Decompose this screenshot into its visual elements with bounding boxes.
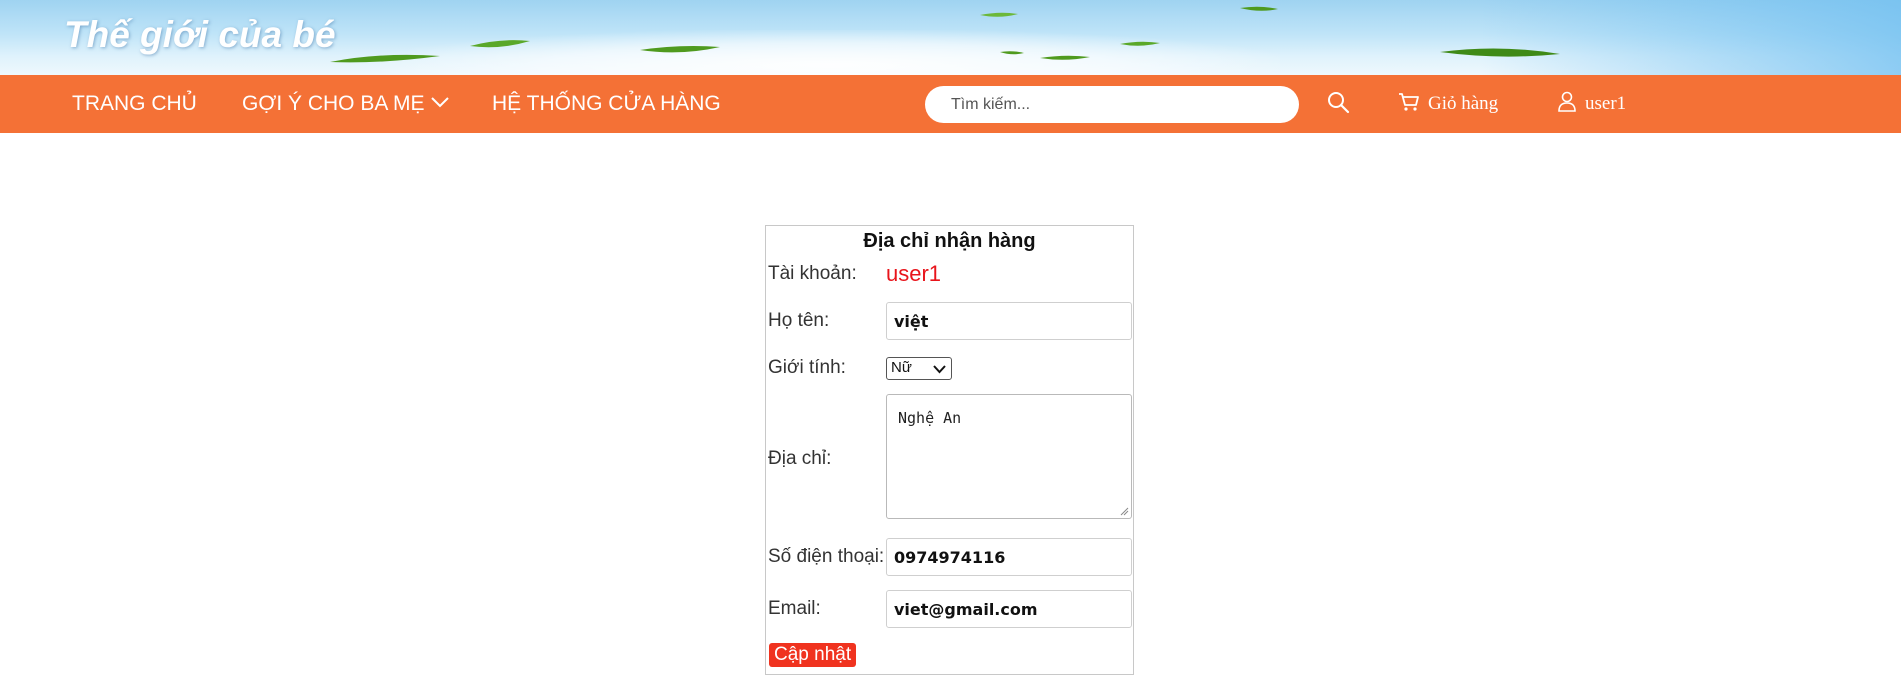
nav-home[interactable]: TRANG CHỦ bbox=[72, 75, 197, 133]
nav-suggestions-label: GỢI Ý CHO BA MẸ bbox=[242, 92, 425, 115]
gender-label: Giới tính: bbox=[768, 357, 846, 378]
nav-stores[interactable]: HỆ THỐNG CỬA HÀNG bbox=[492, 75, 721, 133]
address-label: Địa chỉ: bbox=[768, 448, 832, 469]
main-navbar: TRANG CHỦ GỢI Ý CHO BA MẸ HỆ THỐNG CỬA H… bbox=[0, 75, 1901, 133]
chevron-down-icon bbox=[430, 97, 449, 108]
user-account-link[interactable]: user1 bbox=[1557, 75, 1626, 133]
cart-label: Giỏ hàng bbox=[1428, 93, 1499, 114]
chevron-down-icon bbox=[933, 365, 946, 374]
address-value: Nghệ An bbox=[898, 409, 962, 427]
update-button[interactable]: Cập nhật bbox=[769, 643, 857, 667]
account-value: user1 bbox=[886, 261, 942, 286]
search-input[interactable] bbox=[925, 86, 1299, 123]
site-title[interactable]: Thế giới của bé bbox=[64, 14, 336, 56]
nav-suggestions[interactable]: GỢI Ý CHO BA MẸ bbox=[242, 75, 449, 133]
phone-label: Số điện thoại: bbox=[768, 546, 885, 567]
shipping-address-form: Địa chỉ nhận hàng Tài khoản: user1 Họ tê… bbox=[765, 225, 1134, 675]
full-name-label: Họ tên: bbox=[768, 310, 830, 331]
gender-selected-value: Nữ bbox=[891, 359, 912, 376]
form-title: Địa chỉ nhận hàng bbox=[863, 230, 1036, 252]
user-icon bbox=[1558, 91, 1576, 112]
cart-link[interactable]: Giỏ hàng bbox=[1398, 75, 1498, 133]
email-label: Email: bbox=[768, 598, 821, 619]
cart-icon bbox=[1399, 92, 1419, 111]
gender-select[interactable]: Nữ bbox=[886, 357, 952, 380]
search-icon[interactable] bbox=[1326, 90, 1350, 114]
user-name: user1 bbox=[1585, 93, 1627, 114]
full-name-input[interactable] bbox=[886, 302, 1132, 340]
address-textarea[interactable]: Nghệ An bbox=[886, 394, 1132, 519]
account-label: Tài khoản: bbox=[768, 263, 857, 284]
header-banner: Thế giới của bé bbox=[0, 0, 1901, 75]
resize-grip-icon[interactable] bbox=[1119, 506, 1129, 516]
phone-input[interactable] bbox=[886, 538, 1132, 576]
email-input[interactable] bbox=[886, 590, 1132, 628]
